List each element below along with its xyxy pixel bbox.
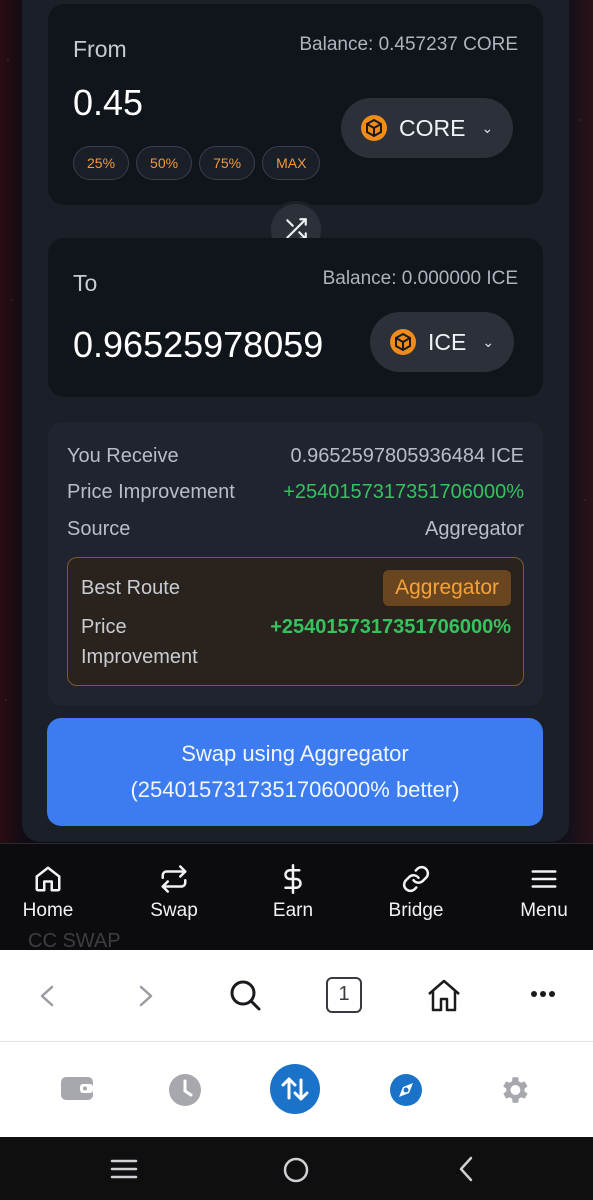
receive-label: You Receive [67,445,179,467]
from-card: From Balance: 0.457237 CORE 0.45 25% 50%… [48,4,543,205]
recents-icon[interactable] [110,1157,138,1181]
more-icon[interactable] [530,986,556,1002]
from-token-selector[interactable]: CORE ⌄ [341,98,514,158]
search-icon[interactable] [228,978,264,1014]
from-amount-input[interactable]: 0.45 [73,82,143,124]
tabs-button[interactable]: 1 [326,977,362,1013]
wallet-icon[interactable] [60,1074,94,1102]
to-label: To [73,270,98,296]
best-route-badge: Aggregator [383,570,511,606]
gear-icon[interactable] [497,1073,531,1107]
nav-menu[interactable]: Menu [494,864,593,922]
swap-arrows-icon [161,865,187,893]
to-amount: 0.96525978059 [73,324,324,365]
best-route-label: Best Route [81,577,180,599]
percent-50-button[interactable]: 50% [136,146,193,180]
to-card: To Balance: 0.000000 ICE 0.96525978059 I… [48,238,543,397]
source-row: Source Aggregator [67,518,524,541]
hexagon-cube-icon [361,115,387,141]
from-balance: Balance: 0.457237 CORE [299,34,518,55]
improvement-value: +2540157317351706000% [283,481,524,503]
nav-home[interactable]: Home [0,864,98,922]
source-value: Aggregator [425,518,524,540]
hexagon-cube-icon [390,329,416,355]
home-icon[interactable] [425,978,463,1014]
receive-value: 0.9652597805936484 ICE [290,445,524,467]
swap-details: You Receive 0.9652597805936484 ICE Price… [48,422,543,706]
best-route-box: Best Route Aggregator Price Improvement … [67,557,524,686]
swap-button-line1: Swap using Aggregator [181,741,409,766]
from-token-label: CORE [399,114,466,141]
clock-icon[interactable] [168,1073,202,1107]
route-improvement-label-line2: Improvement [81,646,198,668]
nav-home-label: Home [22,900,74,921]
home-circle-icon[interactable] [282,1156,310,1184]
forward-icon[interactable] [135,978,157,1014]
route-improvement-value: +2540157317351706000% [270,616,511,638]
back-icon[interactable] [36,978,58,1014]
percent-25-button[interactable]: 25% [73,146,130,180]
percent-75-button[interactable]: 75% [199,146,256,180]
wallet-dock [0,1042,593,1137]
swap-vertical-icon[interactable] [270,1064,320,1114]
to-token-selector[interactable]: ICE ⌄ [370,312,515,372]
nav-swap[interactable]: Swap [124,864,224,922]
to-balance: Balance: 0.000000 ICE [322,268,518,289]
nav-bridge[interactable]: Bridge [366,864,466,922]
source-label: Source [67,518,131,540]
nav-earn-label: Earn [272,900,314,921]
compass-icon[interactable] [389,1073,423,1107]
back-icon[interactable] [456,1155,476,1183]
max-button[interactable]: MAX [262,146,321,180]
chevron-down-icon: ⌄ [482,333,495,350]
chevron-down-icon: ⌄ [481,119,494,136]
from-label: From [73,36,127,62]
home-icon [35,866,61,892]
nav-menu-label: Menu [520,900,568,921]
menu-icon [531,870,557,888]
receive-row: You Receive 0.9652597805936484 ICE [67,445,524,468]
dollar-icon [284,864,302,894]
percent-buttons: 25% 50% 75% MAX [73,146,321,180]
to-token-label: ICE [428,328,467,355]
route-improvement-label-line1: Price [81,616,127,638]
browser-toolbar: 1 [0,950,593,1042]
swap-button[interactable]: Swap using Aggregator (25401573173517060… [47,718,543,826]
nav-bridge-label: Bridge [388,900,444,921]
improvement-label: Price Improvement [67,481,235,503]
nav-swap-label: Swap [150,900,198,921]
nav-earn[interactable]: Earn [243,864,343,922]
system-navigation-bar [0,1137,593,1200]
link-icon [402,865,430,893]
swap-button-line2: (2540157317351706000% better) [130,777,460,802]
improvement-row: Price Improvement +2540157317351706000% [67,481,524,504]
